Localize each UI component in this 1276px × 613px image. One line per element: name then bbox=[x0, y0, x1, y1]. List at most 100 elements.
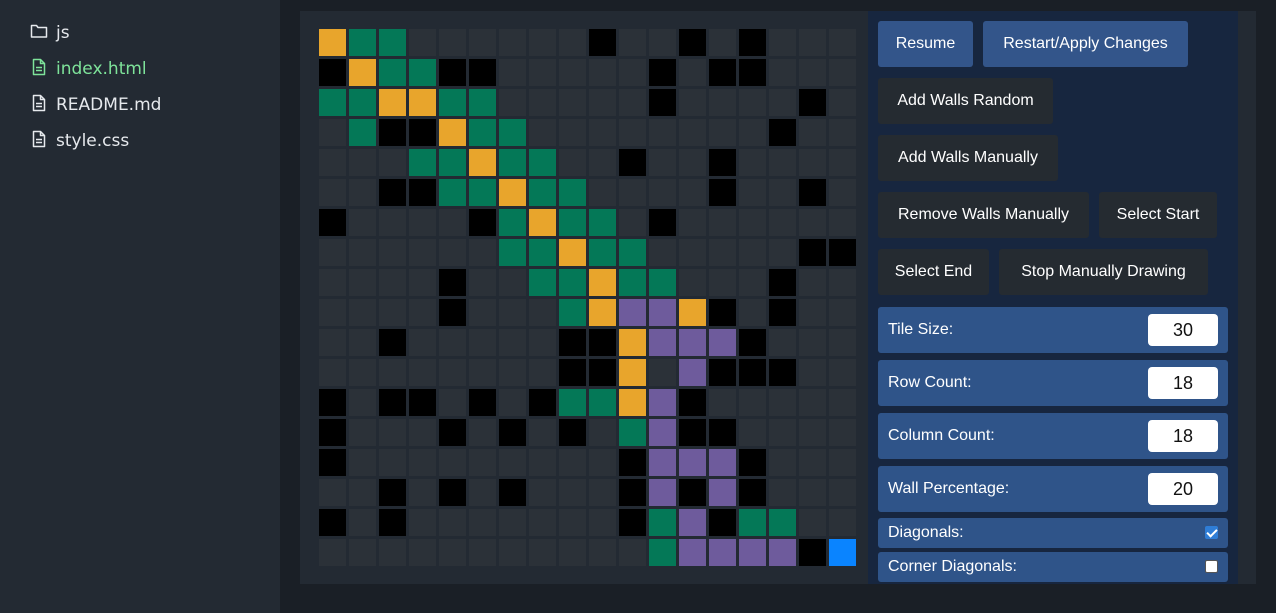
grid-cell-empty[interactable] bbox=[739, 389, 766, 416]
grid-cell-visited[interactable] bbox=[409, 59, 436, 86]
grid-cell-visited[interactable] bbox=[499, 239, 526, 266]
grid-cell-empty[interactable] bbox=[799, 329, 826, 356]
grid-cell-empty[interactable] bbox=[499, 359, 526, 386]
grid-cell-empty[interactable] bbox=[529, 449, 556, 476]
grid-cell-empty[interactable] bbox=[319, 149, 346, 176]
grid-cell-empty[interactable] bbox=[349, 329, 376, 356]
grid-cell-empty[interactable] bbox=[409, 479, 436, 506]
grid-cell-visited[interactable] bbox=[559, 389, 586, 416]
grid-cell-wall[interactable] bbox=[439, 419, 466, 446]
grid-cell-wall[interactable] bbox=[709, 179, 736, 206]
grid-cell-visited[interactable] bbox=[649, 509, 676, 536]
grid-cell-path[interactable] bbox=[349, 59, 376, 86]
grid-cell-wall[interactable] bbox=[559, 329, 586, 356]
grid-cell-empty[interactable] bbox=[799, 479, 826, 506]
grid-cell-empty[interactable] bbox=[409, 539, 436, 566]
grid-cell-empty[interactable] bbox=[409, 239, 436, 266]
grid-cell-empty[interactable] bbox=[469, 239, 496, 266]
grid-cell-wall[interactable] bbox=[739, 329, 766, 356]
grid-cell-visited[interactable] bbox=[619, 269, 646, 296]
grid-cell-wall[interactable] bbox=[379, 509, 406, 536]
grid-cell-frontier[interactable] bbox=[649, 389, 676, 416]
file-item-index-html[interactable]: index.html bbox=[30, 57, 147, 81]
grid-cell-frontier[interactable] bbox=[679, 509, 706, 536]
grid-cell-path[interactable] bbox=[499, 179, 526, 206]
grid-cell-wall[interactable] bbox=[709, 59, 736, 86]
grid-cell-empty[interactable] bbox=[529, 509, 556, 536]
grid-cell-empty[interactable] bbox=[379, 539, 406, 566]
grid-cell-empty[interactable] bbox=[589, 419, 616, 446]
grid-cell-empty[interactable] bbox=[589, 89, 616, 116]
grid-cell-wall[interactable] bbox=[709, 359, 736, 386]
grid-cell-visited[interactable] bbox=[439, 149, 466, 176]
grid-cell-visited[interactable] bbox=[619, 239, 646, 266]
grid-cell-empty[interactable] bbox=[499, 389, 526, 416]
grid-cell-empty[interactable] bbox=[799, 449, 826, 476]
grid-cell-empty[interactable] bbox=[679, 149, 706, 176]
grid-cell-visited[interactable] bbox=[529, 239, 556, 266]
grid-cell-empty[interactable] bbox=[349, 479, 376, 506]
grid-cell-empty[interactable] bbox=[679, 239, 706, 266]
grid-cell-wall[interactable] bbox=[529, 389, 556, 416]
grid-cell-empty[interactable] bbox=[349, 149, 376, 176]
grid-cell-visited[interactable] bbox=[529, 269, 556, 296]
grid-cell-empty[interactable] bbox=[619, 89, 646, 116]
grid-cell-path[interactable] bbox=[589, 299, 616, 326]
grid-cell-visited[interactable] bbox=[409, 149, 436, 176]
grid-cell-empty[interactable] bbox=[799, 299, 826, 326]
grid-cell-empty[interactable] bbox=[829, 29, 856, 56]
grid-cell-empty[interactable] bbox=[769, 419, 796, 446]
grid-cell-empty[interactable] bbox=[319, 179, 346, 206]
resume-button[interactable]: Resume bbox=[878, 21, 973, 67]
grid-cell-wall[interactable] bbox=[499, 419, 526, 446]
grid-cell-wall[interactable] bbox=[319, 419, 346, 446]
grid-cell-empty[interactable] bbox=[799, 269, 826, 296]
grid-cell-empty[interactable] bbox=[349, 359, 376, 386]
grid-cell-empty[interactable] bbox=[829, 149, 856, 176]
grid-cell-wall[interactable] bbox=[679, 389, 706, 416]
grid-cell-empty[interactable] bbox=[679, 209, 706, 236]
grid-cell-empty[interactable] bbox=[409, 299, 436, 326]
grid-cell-wall[interactable] bbox=[799, 89, 826, 116]
grid-cell-visited[interactable] bbox=[529, 179, 556, 206]
grid-cell-wall[interactable] bbox=[559, 359, 586, 386]
grid-cell-path[interactable] bbox=[619, 389, 646, 416]
grid-cell-empty[interactable] bbox=[319, 539, 346, 566]
grid-cell-empty[interactable] bbox=[829, 299, 856, 326]
grid-cell-wall[interactable] bbox=[379, 479, 406, 506]
grid-cell-wall[interactable] bbox=[649, 209, 676, 236]
grid-cell-empty[interactable] bbox=[349, 389, 376, 416]
grid-cell-empty[interactable] bbox=[409, 359, 436, 386]
grid-cell-empty[interactable] bbox=[739, 179, 766, 206]
grid-cell-empty[interactable] bbox=[349, 419, 376, 446]
corner-diagonals-checkbox[interactable] bbox=[1205, 560, 1218, 573]
file-item-js[interactable]: js bbox=[30, 21, 70, 45]
grid-cell-empty[interactable] bbox=[769, 59, 796, 86]
grid-cell-empty[interactable] bbox=[769, 239, 796, 266]
grid-cell-path[interactable] bbox=[319, 29, 346, 56]
grid-cell-empty[interactable] bbox=[499, 59, 526, 86]
grid-cell-empty[interactable] bbox=[409, 509, 436, 536]
grid-cell-empty[interactable] bbox=[379, 149, 406, 176]
grid-cell-empty[interactable] bbox=[739, 299, 766, 326]
grid-cell-wall[interactable] bbox=[589, 359, 616, 386]
grid-cell-empty[interactable] bbox=[319, 239, 346, 266]
grid-cell-empty[interactable] bbox=[769, 89, 796, 116]
grid-cell-empty[interactable] bbox=[589, 179, 616, 206]
grid-cell-wall[interactable] bbox=[409, 119, 436, 146]
grid-cell-wall[interactable] bbox=[589, 329, 616, 356]
grid-cell-empty[interactable] bbox=[799, 59, 826, 86]
grid-cell-empty[interactable] bbox=[319, 299, 346, 326]
grid-cell-path[interactable] bbox=[409, 89, 436, 116]
grid-cell-empty[interactable] bbox=[439, 359, 466, 386]
grid-cell-empty[interactable] bbox=[829, 179, 856, 206]
grid-cell-wall[interactable] bbox=[319, 209, 346, 236]
grid-cell-empty[interactable] bbox=[559, 509, 586, 536]
grid-cell-empty[interactable] bbox=[619, 59, 646, 86]
grid-cell-wall[interactable] bbox=[379, 179, 406, 206]
grid-cell-empty[interactable] bbox=[499, 329, 526, 356]
grid-cell-wall[interactable] bbox=[319, 509, 346, 536]
grid-cell-empty[interactable] bbox=[589, 59, 616, 86]
grid-cell-visited[interactable] bbox=[439, 179, 466, 206]
grid-cell-empty[interactable] bbox=[559, 119, 586, 146]
